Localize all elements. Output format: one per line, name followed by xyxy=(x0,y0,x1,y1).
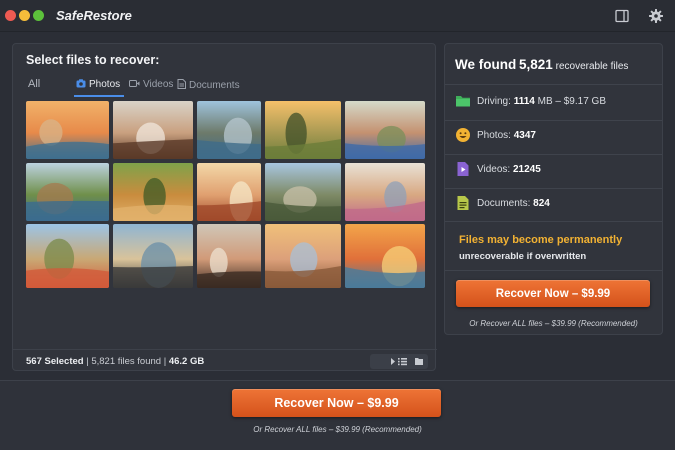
recover-now-button[interactable]: Recover Now – $9.99 xyxy=(456,280,650,307)
photo-thumbnail[interactable] xyxy=(113,101,193,159)
close-window-button[interactable] xyxy=(5,10,16,21)
video-file-icon xyxy=(455,161,471,177)
list-view-icon[interactable] xyxy=(398,358,407,366)
divider xyxy=(445,221,662,222)
stat-documents-text: Documents: 824 xyxy=(477,198,550,209)
view-mode-control[interactable] xyxy=(370,354,428,369)
stat-documents: Documents: 824 xyxy=(455,195,655,213)
stat-label: Videos: xyxy=(477,164,511,175)
document-file-icon xyxy=(455,195,471,211)
tab-photos[interactable]: Photos xyxy=(76,79,120,91)
stat-videos-text: Videos: 21245 xyxy=(477,164,541,175)
divider xyxy=(445,270,662,271)
total-size: 46.2 GB xyxy=(168,356,205,367)
tab-documents-label: Documents xyxy=(189,80,240,91)
stat-videos: Videos: 21245 xyxy=(455,161,655,179)
warning-text: unrecoverable if overwritten xyxy=(459,251,587,262)
photo-thumbnail[interactable] xyxy=(345,163,425,221)
minimize-window-button[interactable] xyxy=(19,10,30,21)
file-selection-panel: Select files to recover: All Photos Vide… xyxy=(12,43,437,372)
selection-summary: 567 Selected | 5,821 files found | 46.2 … xyxy=(26,356,204,367)
smiley-icon xyxy=(455,127,471,143)
found-prefix: We found xyxy=(455,57,517,72)
divider xyxy=(445,154,662,155)
stat-label: Driving: xyxy=(477,96,511,107)
photo-thumbnail[interactable] xyxy=(26,101,109,159)
stat-photos: Photos: 4347 xyxy=(455,127,655,145)
folder-view-icon[interactable] xyxy=(415,358,423,365)
stat-value: 824 xyxy=(533,198,550,209)
scan-results-panel: We found 5,821 recoverable files Driving… xyxy=(444,43,663,335)
photo-thumbnail[interactable] xyxy=(197,101,261,159)
app-title: SafeRestore xyxy=(56,8,132,23)
divider xyxy=(445,120,662,121)
tab-documents[interactable]: Documents xyxy=(177,79,240,92)
tab-videos-label: Videos xyxy=(143,79,174,90)
divider xyxy=(445,84,662,85)
photo-thumbnail[interactable] xyxy=(265,163,341,221)
photo-thumbnail[interactable] xyxy=(197,163,261,221)
found-headline: We found 5,821 recoverable files xyxy=(455,57,628,72)
warning-heading: Files may become permanently xyxy=(459,234,623,246)
folder-icon xyxy=(455,93,471,109)
recover-all-main-link[interactable]: Or Recover ALL files – $39.99 (Recommend… xyxy=(0,425,675,434)
active-tab-indicator xyxy=(74,95,124,97)
photo-thumbnail[interactable] xyxy=(26,224,109,288)
stat-driving: Driving: 1114 MB – $9.17 GB xyxy=(455,93,655,111)
sidebar-toggle-icon[interactable] xyxy=(614,8,630,24)
stat-label: Documents: xyxy=(477,198,531,209)
title-bar: SafeRestore xyxy=(0,0,675,32)
bottom-action-bar: Recover Now – $9.99 Or Recover ALL files… xyxy=(0,380,675,450)
photo-thumbnail[interactable] xyxy=(113,224,193,288)
document-icon xyxy=(177,79,186,92)
tab-videos[interactable]: Videos xyxy=(129,79,173,91)
zoom-window-button[interactable] xyxy=(33,10,44,21)
found-count: 5,821 xyxy=(519,57,553,72)
stat-label: Photos: xyxy=(477,130,511,141)
tab-all[interactable]: All xyxy=(28,78,40,90)
stat-driving-text: Driving: 1114 MB – $9.17 GB xyxy=(477,96,606,107)
selected-count: 567 Selected xyxy=(26,356,84,367)
photo-thumbnail[interactable] xyxy=(265,224,341,288)
found-count: 5,821 files found xyxy=(91,356,162,367)
divider xyxy=(445,188,662,189)
found-suffix: recoverable files xyxy=(555,61,629,72)
tab-photos-label: Photos xyxy=(89,79,121,90)
recover-all-link[interactable]: Or Recover ALL files – $39.99 (Recommend… xyxy=(445,319,662,328)
stat-photos-text: Photos: 4347 xyxy=(477,130,536,141)
stat-value: 21245 xyxy=(512,164,541,175)
selection-status-bar: 567 Selected | 5,821 files found | 46.2 … xyxy=(13,349,437,372)
photo-thumbnail[interactable] xyxy=(345,224,425,288)
stat-extra: MB – $9.17 GB xyxy=(537,96,606,107)
recover-now-main-button[interactable]: Recover Now – $9.99 xyxy=(232,389,441,417)
photo-thumbnail[interactable] xyxy=(265,101,341,159)
photo-thumbnail[interactable] xyxy=(197,224,261,288)
gear-icon[interactable] xyxy=(648,8,664,24)
stat-value: 1114 xyxy=(513,96,535,107)
stat-value: 4347 xyxy=(513,130,536,141)
panel-title: Select files to recover: xyxy=(26,53,160,67)
photo-thumbnail[interactable] xyxy=(345,101,425,159)
photo-thumbnail[interactable] xyxy=(113,163,193,221)
play-icon[interactable] xyxy=(391,358,395,365)
camera-icon xyxy=(76,79,86,91)
video-icon xyxy=(129,79,140,91)
photo-thumbnail[interactable] xyxy=(26,163,109,221)
